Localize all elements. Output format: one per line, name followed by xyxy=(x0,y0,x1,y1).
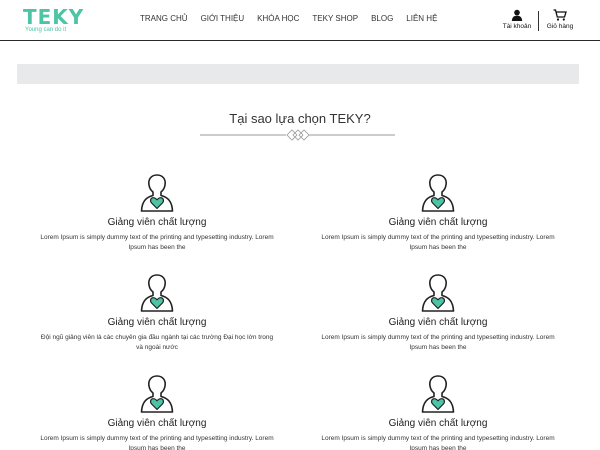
cart-button[interactable]: Giỏ hàng xyxy=(544,9,576,30)
teky-logo[interactable]: TEKY Young can do it xyxy=(23,7,83,35)
feature-description: Lorem Ipsum is simply dummy text of the … xyxy=(40,435,274,450)
teacher-heart-icon xyxy=(421,174,455,212)
feature-description: Lorem Ipsum is simply dummy text of the … xyxy=(321,234,555,251)
banner-strip xyxy=(17,64,579,84)
logo-tagline: Young can do it xyxy=(25,27,67,33)
teacher-heart-icon xyxy=(140,375,174,413)
teacher-heart-icon xyxy=(421,375,455,413)
account-label: Tài khoản xyxy=(502,23,532,30)
nav-item-contact[interactable]: LIÊN HỆ xyxy=(406,14,437,23)
feature-card: Giảng viên chất lượng Lorem Ipsum is sim… xyxy=(318,374,558,450)
teacher-heart-icon xyxy=(140,174,174,212)
feature-description: Đội ngũ giảng viên là các chuyên gia đầu… xyxy=(40,334,274,351)
logo-wordmark: TEKY xyxy=(23,5,85,29)
header-divider xyxy=(538,11,539,31)
feature-card: Giảng viên chất lượng Lorem Ipsum is sim… xyxy=(37,173,277,253)
user-icon xyxy=(511,9,523,21)
nav-item-home[interactable]: TRANG CHỦ xyxy=(140,14,188,23)
feature-card: Giảng viên chất lượng Đội ngũ giảng viên… xyxy=(37,273,277,353)
feature-title: Giảng viên chất lượng xyxy=(388,217,488,228)
teacher-heart-icon xyxy=(140,274,174,312)
main-nav: TRANG CHỦ GIỚI THIỆU KHÓA HỌC TEKY SHOP … xyxy=(140,14,450,23)
section-title: Tại sao lựa chọn TEKY? xyxy=(229,111,371,126)
nav-item-shop[interactable]: TEKY SHOP xyxy=(312,14,358,23)
feature-card: Giảng viên chất lượng Lorem Ipsum is sim… xyxy=(318,173,558,253)
teacher-heart-icon xyxy=(421,274,455,312)
feature-title: Giảng viên chất lượng xyxy=(388,317,488,328)
feature-description: Lorem Ipsum is simply dummy text of the … xyxy=(321,334,555,351)
account-button[interactable]: Tài khoản xyxy=(501,9,533,30)
feature-title: Giảng viên chất lượng xyxy=(107,418,207,429)
feature-title: Giảng viên chất lượng xyxy=(107,317,207,328)
site-header: TEKY Young can do it TRANG CHỦ GIỚI THIỆ… xyxy=(0,0,600,41)
feature-card: Giảng viên chất lượng Lorem Ipsum is sim… xyxy=(37,374,277,450)
title-divider-ornament xyxy=(200,129,395,141)
feature-title: Giảng viên chất lượng xyxy=(107,217,207,228)
feature-card: Giảng viên chất lượng Lorem Ipsum is sim… xyxy=(318,273,558,353)
nav-item-about[interactable]: GIỚI THIỆU xyxy=(201,14,245,23)
feature-description: Lorem Ipsum is simply dummy text of the … xyxy=(40,234,274,251)
cart-icon xyxy=(553,9,567,21)
feature-title: Giảng viên chất lượng xyxy=(388,418,488,429)
feature-description: Lorem Ipsum is simply dummy text of the … xyxy=(321,435,555,450)
nav-item-blog[interactable]: BLOG xyxy=(371,14,393,23)
nav-item-courses[interactable]: KHÓA HỌC xyxy=(257,14,299,23)
cart-label: Giỏ hàng xyxy=(546,23,574,30)
